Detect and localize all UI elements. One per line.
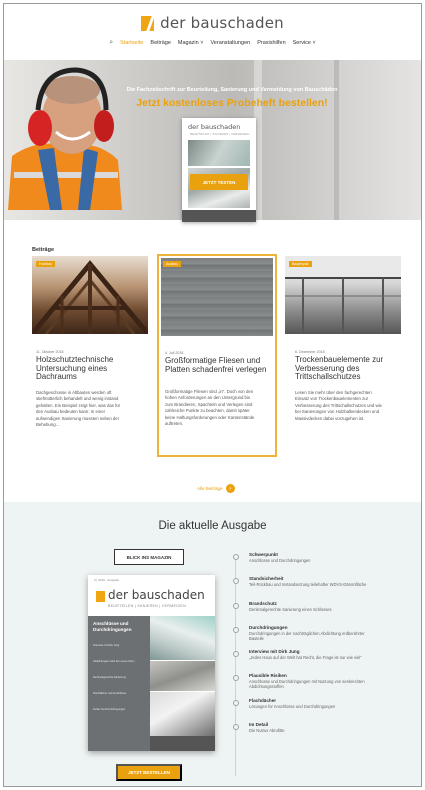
issue-table-of-contents: Schwerpunkt Anschlüsse und Durchdringunge… xyxy=(233,552,403,746)
current-issue-title: Die aktuelle Ausgabe xyxy=(158,520,267,532)
try-now-button[interactable]: JETZT TESTEN xyxy=(190,174,248,190)
nav-item-praxishilfen[interactable]: Praxishilfen xyxy=(257,40,285,46)
article-card-2[interactable]: Ausbau 4. Juli 2018 Großformatige Fliese… xyxy=(157,254,277,457)
article-teaser: Lesen Sie mehr über den fachgerechten Ei… xyxy=(295,390,382,421)
article-tag[interactable]: Bauphysik xyxy=(289,261,312,267)
toc-item[interactable]: Durchdringungen Durchdringungen in der na… xyxy=(233,625,403,649)
article-teaser: Dachgeschosse in Altbauten werden oft st… xyxy=(36,390,121,428)
all-articles-label: Alle Beiträge xyxy=(197,486,223,491)
article-image-ceiling xyxy=(285,256,401,334)
timeline-dot-icon xyxy=(233,626,239,633)
toc-item-desc: Teil-Rückbau und Instandsetzung teilehaf… xyxy=(249,582,367,588)
article-image-tiles xyxy=(161,258,273,336)
timeline-dot-icon xyxy=(233,602,239,609)
hero-magazine-logo: der bauschaden xyxy=(188,123,241,131)
toc-item[interactable]: Brandschutz Denkmalgerechte Sanierung ein… xyxy=(233,601,403,625)
articles-label: Beiträge xyxy=(32,247,55,253)
toc-item-desc: Lösungen für Anschlüsse und Durchdringun… xyxy=(249,703,336,709)
toc-item-desc: Denkmalgerechte Sanierung eines Schlosse… xyxy=(249,606,332,612)
nav-item-service[interactable]: Service ˅ xyxy=(293,40,316,46)
roof-beams-graphic xyxy=(30,260,150,336)
article-title[interactable]: Trockenbauelemente zur Verbesserung des … xyxy=(295,355,403,382)
cover-issue-line: 6 | 2019 · Ausgabe xyxy=(94,578,120,582)
site-logo[interactable]: der bauschaden xyxy=(4,13,421,33)
toc-item[interactable]: Flachdächer Lösungen für Anschlüsse und D… xyxy=(233,698,403,722)
hero-magazine-image-top xyxy=(188,140,250,166)
article-tag[interactable]: Holzbau xyxy=(36,261,56,267)
cover-subtitle: BEURTEILEN | SANIEREN | VERMEIDEN xyxy=(108,604,186,608)
nav-item-beitraege[interactable]: Beiträge xyxy=(150,40,171,46)
article-tag[interactable]: Ausbau xyxy=(163,261,182,267)
cover-image-detail xyxy=(150,661,215,691)
article-teaser: Großformatige Fliesen sind „in“. Doch vo… xyxy=(165,389,255,427)
toc-item-desc: „Jedes Haus auf der Welt hat Recht, die … xyxy=(249,655,362,661)
cover-image-bathroom xyxy=(150,616,215,660)
order-now-button[interactable]: JETZT BESTELLEN xyxy=(116,764,182,781)
cover-line: Interview mit Dirk Jung xyxy=(93,644,120,647)
logo-text: der bauschaden xyxy=(160,14,284,32)
cover-headline: Anschlüsse und Durchdringungen xyxy=(93,621,132,632)
timeline-dot-icon xyxy=(233,699,239,706)
article-image-roof xyxy=(30,256,150,336)
toc-item[interactable]: Schwerpunkt Anschlüsse und Durchdringunge… xyxy=(233,552,403,576)
cover-line: Denkmalgerechte Sanierung xyxy=(93,676,126,679)
timeline-dot-icon xyxy=(233,554,239,560)
hero-magazine-cover[interactable]: der bauschaden BEURTEILEN | SANIEREN | V… xyxy=(182,118,256,222)
hero-title: Jetzt kostenloses Probeheft bestellen! xyxy=(136,97,328,109)
article-card-3[interactable]: Bauphysik 6. Dezember 2018 Trockenbauele… xyxy=(285,256,401,456)
article-card-1[interactable]: Holzbau 11. Oktober 2018 Holzschutztechn… xyxy=(30,256,150,456)
search-icon[interactable]: ⌕ xyxy=(109,39,113,47)
hero-magazine-band xyxy=(182,210,256,222)
toc-item[interactable]: Interview mit Dirk Jung „Jedes Haus auf d… xyxy=(233,649,403,673)
toc-item-desc: Die Nutrus Abrufitte xyxy=(249,728,285,734)
cover-image-interior xyxy=(150,692,215,736)
toc-item-desc: Anschlüsse und Durchdringungen xyxy=(249,558,311,563)
current-issue-cover[interactable]: 6 | 2019 · Ausgabe der bauschaden BEURTE… xyxy=(88,575,215,751)
hero-dark-stripe xyxy=(334,60,339,220)
look-inside-button[interactable]: BLICK INS MAGAZIN xyxy=(114,549,184,565)
toc-item[interactable]: Im Detail Die Nutrus Abrufitte xyxy=(233,722,403,746)
timeline-dot-icon xyxy=(233,578,239,585)
nav-item-magazin[interactable]: Magazin ˅ xyxy=(178,40,204,46)
all-articles-link[interactable]: Alle Beiträge › xyxy=(197,484,235,493)
hero-subtitle: Die Fachzeitschrift zur Beurteilung, San… xyxy=(126,87,338,93)
timeline-dot-icon xyxy=(233,675,239,682)
nav-item-veranstaltungen[interactable]: Veranstaltungen xyxy=(210,40,250,46)
cover-line: Flachdächer und Anschlüsse xyxy=(93,692,127,695)
arrow-right-icon: › xyxy=(225,484,235,493)
cover-logo: der bauschaden xyxy=(108,588,205,602)
toc-item-desc: Anschlüsse und Durchdringungen mit Nutzu… xyxy=(249,679,365,690)
ceiling-frame-graphic xyxy=(285,256,401,334)
toc-item[interactable]: Standsicherheit Teil-Rückbau und Instands… xyxy=(233,576,403,600)
page-frame: der bauschaden ⌕ Startseite Beiträge Mag… xyxy=(3,3,422,787)
logo-mark-icon xyxy=(141,15,155,31)
toc-item-desc: Durchdringungen in der nachträglichen Ab… xyxy=(249,630,365,641)
worker-photo xyxy=(8,67,122,210)
nav-item-startseite[interactable]: Startseite xyxy=(120,40,143,46)
hero-magazine-sub: BEURTEILEN | SANIEREN | VERMEIDEN xyxy=(190,132,250,136)
article-title[interactable]: Großformatige Fliesen und Platten schade… xyxy=(165,356,273,374)
cover-left-panel: Anschlüsse und Durchdringungen Interview… xyxy=(88,616,150,751)
cover-line: Abdichtungen nach der neuen Norm xyxy=(93,660,135,663)
cover-logo-mark-icon xyxy=(96,591,105,602)
article-date: 4. Juli 2018 xyxy=(165,351,184,355)
article-date: 11. Oktober 2018 xyxy=(36,350,64,354)
timeline-dot-icon xyxy=(233,724,239,731)
cover-line: Fehler bei Durchdringungen xyxy=(93,708,126,711)
article-date: 6. Dezember 2018 xyxy=(295,350,325,354)
cover-bottom-band xyxy=(150,736,215,751)
timeline-dot-icon xyxy=(233,651,239,658)
toc-item[interactable]: Plausible Risiken Anschlüsse und Durchdri… xyxy=(233,673,403,697)
article-title[interactable]: Holzschutztechnische Untersuchung eines … xyxy=(36,355,144,382)
main-nav: ⌕ Startseite Beiträge Magazin ˅ Veransta… xyxy=(4,39,421,47)
